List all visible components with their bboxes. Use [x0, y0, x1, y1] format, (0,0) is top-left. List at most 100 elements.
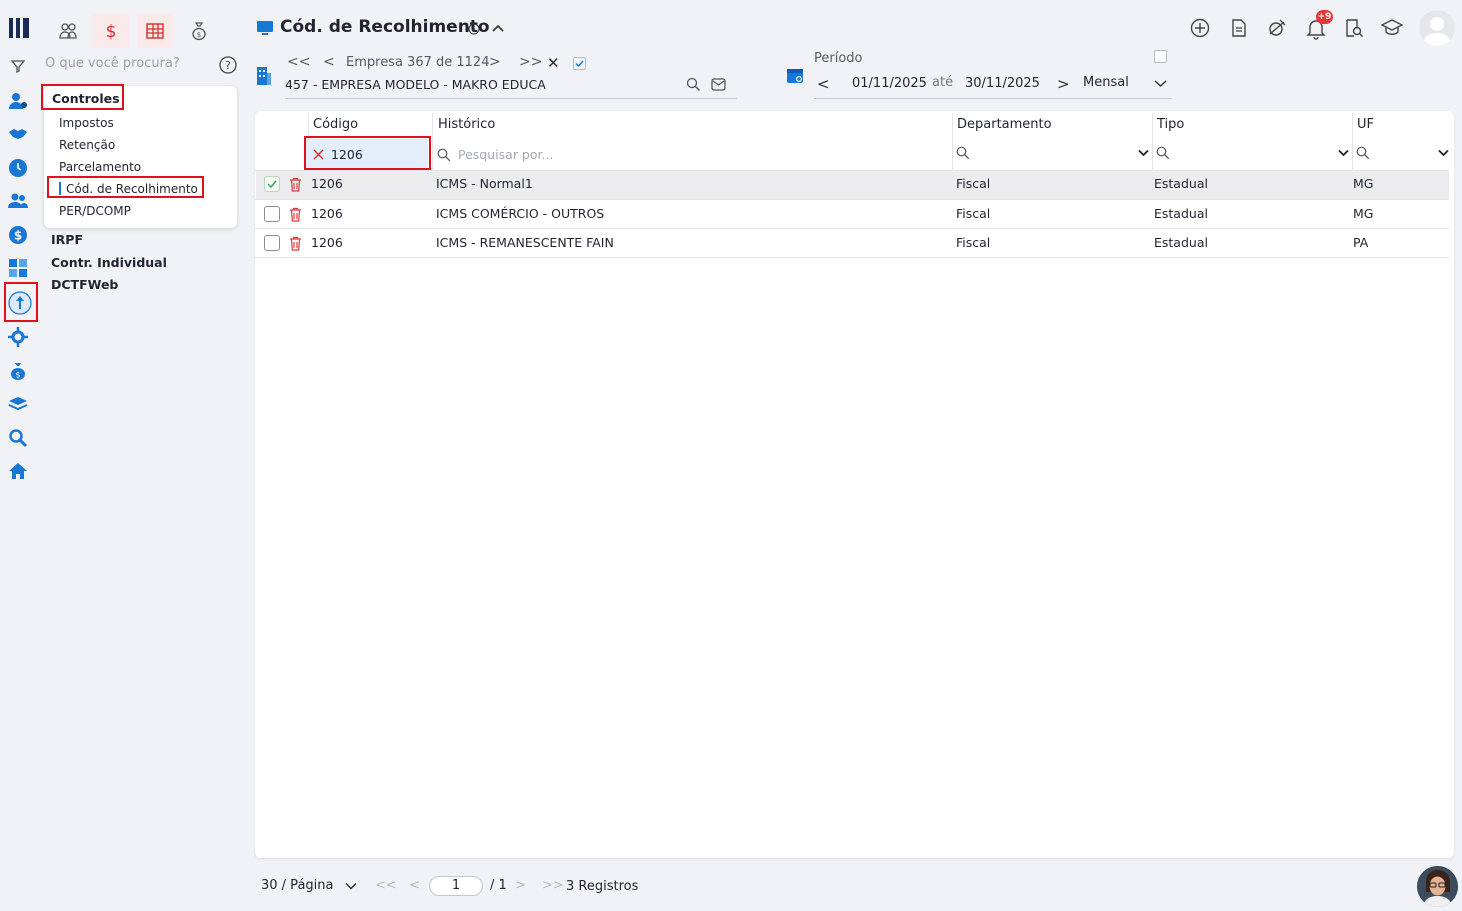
- period-mode-select[interactable]: Mensal: [1083, 75, 1129, 90]
- company-mail-icon[interactable]: [711, 78, 726, 91]
- company-search-icon[interactable]: [686, 77, 701, 92]
- period-prev-button[interactable]: <: [817, 75, 830, 93]
- clear-filter-icon[interactable]: [313, 149, 324, 160]
- home-icon[interactable]: [8, 461, 28, 481]
- collapse-chevron-icon[interactable]: [491, 22, 505, 34]
- last-page-button[interactable]: >>: [542, 878, 564, 893]
- tipo-filter-search-icon[interactable]: [1156, 146, 1170, 160]
- clock-icon[interactable]: [8, 158, 28, 178]
- uf-filter-search-icon[interactable]: [1356, 146, 1370, 160]
- menu-item-retencao[interactable]: Retenção: [59, 138, 115, 152]
- period-next-button[interactable]: >: [1057, 75, 1070, 93]
- money-bag-icon[interactable]: $: [8, 361, 28, 381]
- row-checkbox[interactable]: [264, 206, 280, 222]
- user-avatar[interactable]: [1419, 10, 1455, 46]
- menu-section-dctfweb[interactable]: DCTFWeb: [51, 277, 118, 292]
- last-company-button[interactable]: >>: [519, 54, 542, 70]
- help-icon[interactable]: ?: [219, 56, 237, 74]
- next-company-button[interactable]: >: [489, 54, 501, 70]
- period-checkbox[interactable]: [1154, 50, 1167, 63]
- col-separator: [1152, 113, 1153, 170]
- building-icon: [256, 66, 272, 86]
- cell-tipo: Estadual: [1154, 176, 1208, 191]
- module-tab-people[interactable]: [50, 14, 86, 48]
- prev-company-button[interactable]: <: [323, 54, 335, 70]
- first-page-button[interactable]: <<: [375, 878, 397, 893]
- table-row[interactable]: [256, 171, 1449, 199]
- col-separator: [952, 113, 953, 170]
- page-input[interactable]: 1: [429, 876, 483, 896]
- trash-icon[interactable]: [289, 207, 302, 222]
- tax-icon[interactable]: [8, 291, 32, 315]
- users-icon[interactable]: [8, 191, 28, 211]
- trash-icon[interactable]: [289, 177, 302, 192]
- row-checkbox[interactable]: [264, 235, 280, 251]
- menu-item-cod-recolhimento[interactable]: Cód. de Recolhimento: [66, 182, 198, 196]
- historico-filter-input[interactable]: Pesquisar por...: [458, 147, 553, 162]
- search-icon[interactable]: [8, 428, 28, 448]
- period-end[interactable]: 30/11/2025: [965, 76, 1040, 91]
- assistant-avatar[interactable]: [1417, 866, 1458, 907]
- document-icon[interactable]: [1229, 18, 1249, 38]
- col-header-uf[interactable]: UF: [1357, 117, 1374, 132]
- period-mode-chevron-icon[interactable]: [1154, 79, 1167, 88]
- total-pages: / 1: [490, 878, 507, 893]
- row-checkbox[interactable]: [264, 176, 280, 192]
- layers-icon[interactable]: [8, 394, 28, 414]
- table-row[interactable]: [256, 229, 1449, 257]
- col-separator: [432, 113, 433, 170]
- contacts-icon[interactable]: [8, 91, 28, 111]
- module-tab-dollar[interactable]: $: [93, 14, 129, 48]
- table-row[interactable]: [256, 200, 1449, 228]
- svg-text:$: $: [106, 22, 117, 41]
- menu-item-per-dcomp[interactable]: PER/DCOMP: [59, 204, 131, 218]
- period-underline: [814, 98, 1172, 99]
- trash-icon[interactable]: [289, 236, 302, 251]
- app-logo[interactable]: [9, 16, 31, 40]
- filter-icon[interactable]: [8, 56, 28, 76]
- cell-codigo: 1206: [311, 176, 343, 191]
- next-page-button[interactable]: >: [515, 878, 526, 893]
- calculator-icon[interactable]: [8, 258, 28, 278]
- company-underline: [285, 98, 737, 99]
- handshake-icon[interactable]: [8, 124, 28, 144]
- dollar-icon[interactable]: $: [8, 225, 28, 245]
- period-until: até: [932, 75, 954, 90]
- clear-company-button[interactable]: ✕: [547, 54, 560, 72]
- menu-section-contr-individual[interactable]: Contr. Individual: [51, 255, 167, 270]
- gear-network-icon[interactable]: [8, 327, 28, 347]
- col-header-departamento[interactable]: Departamento: [957, 117, 1052, 132]
- info-icon[interactable]: [468, 23, 480, 35]
- menu-search-input[interactable]: O que você procura?: [45, 56, 180, 71]
- first-company-button[interactable]: <<: [287, 54, 310, 70]
- cell-codigo: 1206: [311, 235, 343, 250]
- module-tab-money-bag[interactable]: $: [181, 14, 217, 48]
- company-checkbox[interactable]: [573, 57, 586, 70]
- report-search-icon[interactable]: [1344, 18, 1364, 38]
- company-position: Empresa 367 de 1124: [346, 55, 490, 70]
- graduation-cap-icon[interactable]: [1381, 18, 1403, 38]
- module-tab-spreadsheet[interactable]: [137, 14, 173, 48]
- svg-text:$: $: [15, 371, 20, 380]
- col-header-codigo[interactable]: Código: [313, 117, 358, 132]
- prev-page-button[interactable]: <: [409, 878, 420, 893]
- codigo-filter-value: 1206: [331, 147, 363, 162]
- historico-filter-search-icon: [437, 148, 451, 162]
- add-circle-icon[interactable]: [1190, 18, 1210, 38]
- menu-section-irpf[interactable]: IRPF: [51, 232, 83, 247]
- menu-item-parcelamento[interactable]: Parcelamento: [59, 160, 141, 174]
- svg-text:$: $: [14, 229, 22, 243]
- col-header-tipo[interactable]: Tipo: [1157, 117, 1184, 132]
- menu-item-impostos[interactable]: Impostos: [59, 116, 114, 130]
- menu-header-controles[interactable]: Controles: [52, 91, 120, 106]
- company-name[interactable]: 457 - EMPRESA MODELO - MAKRO EDUCA: [285, 77, 546, 92]
- period-start[interactable]: 01/11/2025: [852, 76, 927, 91]
- departamento-filter-chevron-icon[interactable]: [1138, 149, 1149, 157]
- col-header-historico[interactable]: Histórico: [438, 117, 495, 132]
- tipo-filter-chevron-icon[interactable]: [1338, 149, 1349, 157]
- departamento-filter-search-icon[interactable]: [956, 146, 970, 160]
- per-page-chevron-icon[interactable]: [345, 882, 357, 890]
- per-page-select[interactable]: 30 / Página: [261, 878, 333, 893]
- satellite-icon[interactable]: [1267, 18, 1287, 38]
- uf-filter-chevron-icon[interactable]: [1438, 149, 1449, 157]
